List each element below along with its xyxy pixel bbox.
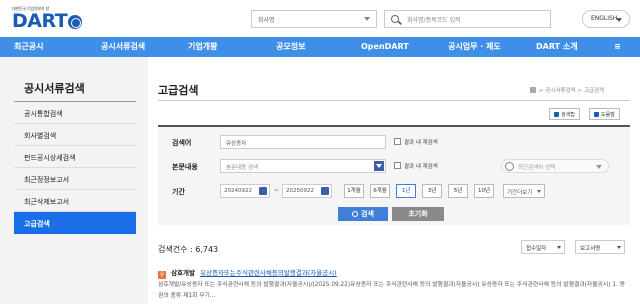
company-name-link[interactable]: 삼호개발 — [171, 269, 195, 277]
sort-order-select[interactable]: 접수일자 — [521, 240, 565, 254]
recent-keyword-select[interactable]: 최근검색어 선택 — [501, 159, 609, 173]
chevron-down-icon — [617, 246, 621, 249]
home-icon[interactable] — [530, 87, 536, 93]
chevron-down-icon — [537, 190, 541, 193]
main-nav: 최근공시 공시서류검색 기업개황 공모정보 OpenDART 공시업무 · 제도… — [0, 37, 640, 57]
menu-icon[interactable]: ≡ — [614, 37, 621, 57]
sidebar-item-advanced[interactable]: 고급검색 — [14, 212, 136, 234]
checkbox[interactable] — [394, 162, 401, 169]
help-icon — [594, 112, 599, 117]
result-snippet: 삼호개발/유상증자 또는 주식관련사채 등의 발행결과(자율공시)/(2025.… — [158, 282, 626, 299]
sidebar: 공시서류검색 공시통합검색 회사별검색 펀드공시상세검색 최근정정보고서 최근삭… — [0, 57, 148, 304]
period-1y-button[interactable]: 1년 — [396, 184, 416, 198]
date-to-input[interactable]: 20250922 — [282, 184, 332, 198]
page-title: 고급검색 — [158, 84, 199, 97]
date-separator: ~ — [274, 187, 280, 194]
dart-logo[interactable]: 대한민국 기업정보의 창 DART — [12, 6, 83, 31]
nav-item-disclosure[interactable]: 공시업무 · 제도 — [448, 37, 501, 57]
sidebar-item-fund[interactable]: 펀드공시상세검색 — [14, 146, 136, 168]
calendar-icon[interactable] — [321, 187, 329, 195]
sidebar-item-company[interactable]: 회사별검색 — [14, 124, 136, 146]
body-research-checkbox[interactable]: 결과 내 재검색 — [394, 162, 438, 170]
period-6m-button[interactable]: 6개월 — [370, 184, 390, 198]
calendar-icon[interactable] — [259, 187, 267, 195]
chevron-down-icon — [616, 18, 622, 22]
body-label: 본문내용 — [172, 163, 198, 171]
company-select[interactable]: 회사명 — [251, 10, 377, 28]
tips-icon — [554, 112, 559, 117]
sort-view-select[interactable]: 보고서명 — [575, 240, 625, 254]
divider — [158, 100, 630, 101]
result-count: 검색건수 : 6,743 — [158, 245, 219, 254]
period-5y-button[interactable]: 5년 — [448, 184, 468, 198]
body-input[interactable]: 본문내용 검색 — [220, 159, 386, 173]
nav-item-about[interactable]: DART 소개 — [536, 37, 578, 57]
search-button[interactable]: 검색 — [338, 207, 388, 221]
period-3y-button[interactable]: 3년 — [422, 184, 442, 198]
sidebar-title: 공시서류검색 — [24, 82, 85, 95]
language-select[interactable]: ENGLISH — [582, 10, 630, 28]
nav-item-recent[interactable]: 최근공시 — [14, 37, 43, 57]
checkbox[interactable] — [394, 138, 401, 145]
search-tips-button[interactable]: 검색팁 — [549, 108, 580, 120]
search-icon — [391, 15, 399, 23]
help-button[interactable]: 도움말 — [589, 108, 620, 120]
sidebar-item-deleted[interactable]: 최근삭제보고서 — [14, 190, 136, 212]
advanced-search-form: 검색어 유상증자 결과 내 재검색 본문내용 본문내용 검색 결과 내 재검색 … — [158, 125, 630, 225]
search-input[interactable]: 회사명/종목코드 입력 — [384, 10, 551, 28]
chevron-down-icon — [557, 246, 561, 249]
clock-icon — [505, 162, 514, 171]
search-icon — [352, 211, 359, 217]
nav-item-opendart[interactable]: OpenDART — [361, 37, 409, 57]
chevron-down-icon — [364, 17, 370, 21]
nav-item-company[interactable]: 기업개황 — [188, 37, 217, 57]
result-item-title: 유 삼호개발 유상증자또는주식관련사채등의발행결과(자율공시) — [158, 267, 337, 279]
nav-item-search[interactable]: 공시서류검색 — [101, 37, 145, 57]
chevron-down-icon — [596, 165, 602, 169]
reset-button[interactable]: 초기화 — [392, 207, 444, 221]
period-10y-button[interactable]: 10년 — [474, 184, 494, 198]
dropdown-icon[interactable] — [374, 161, 384, 171]
sidebar-list: 공시통합검색 회사별검색 펀드공시상세검색 최근정정보고서 최근삭제보고서 고급… — [14, 102, 136, 234]
sidebar-item-integrated[interactable]: 공시통합검색 — [14, 102, 136, 124]
date-from-input[interactable]: 20240922 — [220, 184, 270, 198]
period-more-select[interactable]: 기간더보기 — [503, 184, 545, 198]
period-1m-button[interactable]: 1개월 — [344, 184, 364, 198]
report-type-badge: 유 — [158, 271, 166, 279]
keyword-research-checkbox[interactable]: 결과 내 재검색 — [394, 138, 438, 146]
sidebar-item-corrected[interactable]: 최근정정보고서 — [14, 168, 136, 190]
period-label: 기간 — [172, 188, 185, 196]
keyword-input[interactable]: 유상증자 — [220, 135, 386, 149]
logo-wordmark: DART — [12, 12, 83, 31]
header: 대한민국 기업정보의 창 DART 회사명 회사명/종목코드 입력 ENGLIS… — [0, 0, 640, 37]
keyword-label: 검색어 — [172, 139, 192, 147]
globe-icon — [68, 14, 83, 29]
nav-item-offering[interactable]: 공모정보 — [276, 37, 305, 57]
breadcrumb: > 공시서류검색 > 고급검색 — [530, 86, 604, 94]
report-link[interactable]: 유상증자또는주식관련사채등의발행결과(자율공시) — [200, 269, 337, 277]
